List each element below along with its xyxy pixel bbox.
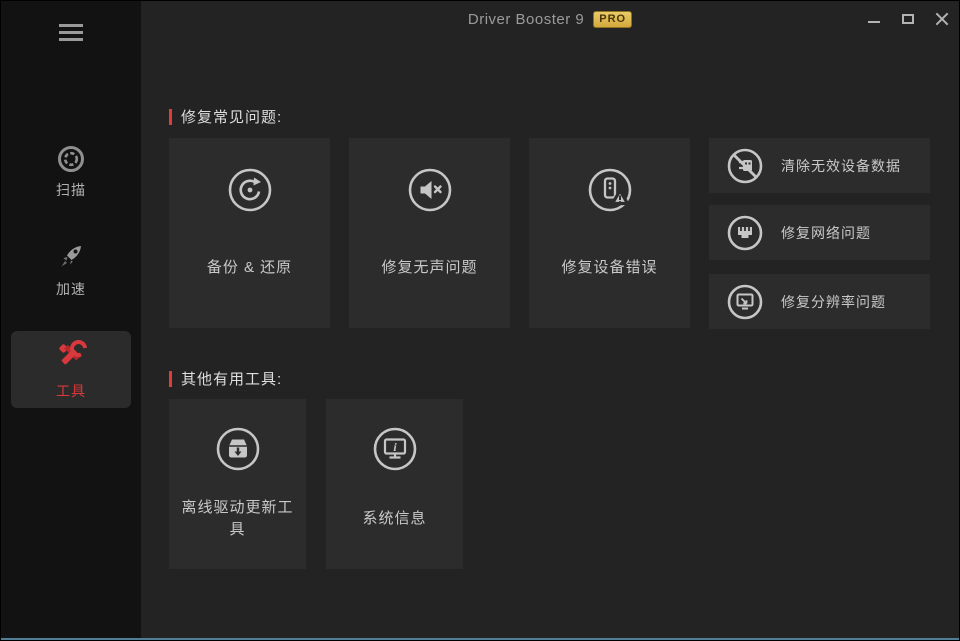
window-bottom-edge	[1, 638, 959, 640]
red-accent-bar	[169, 371, 172, 387]
sidebar-item-tools[interactable]: 工具	[11, 331, 131, 408]
fix-device-error-icon	[587, 167, 633, 213]
sidebar: 扫描 加速 工具	[1, 1, 141, 640]
side-button-label: 修复分辨率问题	[781, 292, 886, 312]
sidebar-item-boost[interactable]: 加速	[1, 241, 141, 299]
button-clean-invalid-device-data[interactable]: 清除无效设备数据	[709, 138, 930, 193]
card-offline-driver-update-tool[interactable]: 离线驱动更新工具	[169, 399, 306, 569]
window-title: Driver Booster 9	[468, 11, 584, 28]
card-backup-restore[interactable]: 备份 & 还原	[169, 138, 330, 328]
card-label: 修复无声问题	[381, 257, 477, 279]
titlebar: Driver Booster 9 PRO	[141, 1, 959, 37]
tools-icon	[53, 340, 89, 376]
card-label: 备份 & 还原	[207, 257, 292, 279]
sidebar-item-label: 工具	[11, 381, 131, 401]
section-title: 修复常见问题:	[181, 106, 282, 127]
sidebar-item-scan[interactable]: 扫描	[1, 144, 141, 200]
window-controls	[867, 1, 949, 37]
card-label: 修复设备错误	[561, 257, 657, 279]
fix-no-sound-icon	[407, 167, 453, 213]
system-info-icon: i	[372, 426, 418, 472]
boost-icon	[55, 241, 87, 273]
fix-network-icon	[726, 214, 764, 252]
button-fix-resolution[interactable]: 修复分辨率问题	[709, 274, 930, 329]
close-icon[interactable]	[935, 12, 949, 26]
svg-text:i: i	[393, 440, 397, 454]
maximize-icon[interactable]	[901, 12, 915, 26]
card-fix-device-error[interactable]: 修复设备错误	[529, 138, 690, 328]
card-label: 离线驱动更新工具	[175, 497, 300, 541]
minimize-icon[interactable]	[867, 12, 881, 26]
offline-driver-update-tool-icon	[215, 426, 261, 472]
clean-invalid-device-data-icon	[726, 147, 764, 185]
scan-icon	[56, 144, 86, 174]
section-title: 其他有用工具:	[181, 368, 282, 389]
backup-restore-icon	[227, 167, 273, 213]
side-button-label: 修复网络问题	[781, 223, 871, 243]
card-system-info[interactable]: i 系统信息	[326, 399, 463, 569]
app-window: 扫描 加速 工具 Driver Booster 9	[0, 0, 960, 641]
hamburger-menu-icon[interactable]	[59, 24, 83, 41]
button-fix-network[interactable]: 修复网络问题	[709, 205, 930, 260]
side-button-label: 清除无效设备数据	[781, 156, 901, 176]
section-header-other-useful-tools: 其他有用工具:	[169, 368, 282, 389]
sidebar-item-label: 扫描	[1, 180, 141, 200]
pro-badge: PRO	[593, 11, 632, 28]
fix-resolution-icon	[726, 283, 764, 321]
section-header-fix-common-problems: 修复常见问题:	[169, 106, 282, 127]
card-label: 系统信息	[362, 508, 426, 530]
red-accent-bar	[169, 109, 172, 125]
sidebar-item-label: 加速	[1, 279, 141, 299]
card-fix-no-sound[interactable]: 修复无声问题	[349, 138, 510, 328]
